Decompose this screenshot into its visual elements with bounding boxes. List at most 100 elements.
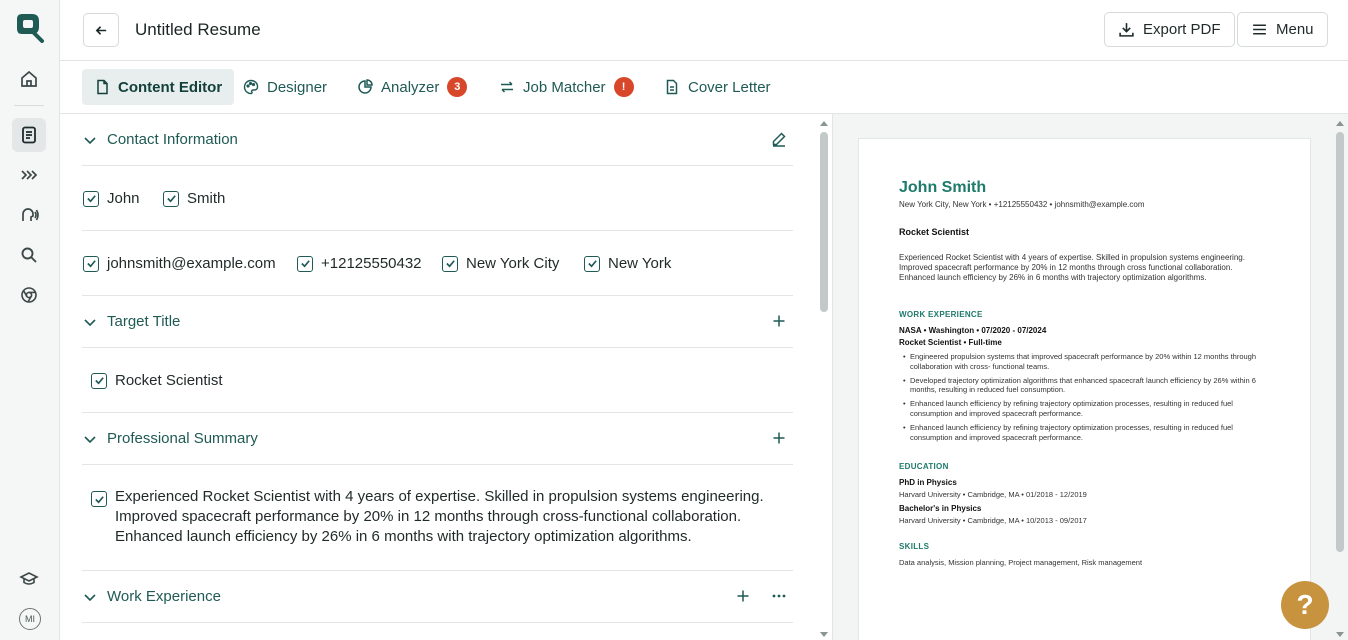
resume-bullet: Developed trajectory optimization algori…	[903, 376, 1273, 396]
checkbox-box[interactable]	[91, 372, 107, 389]
help-button[interactable]: ?	[1281, 581, 1329, 629]
resume-bullet: Engineered propulsion systems that impro…	[903, 352, 1273, 372]
checkbox-box[interactable]	[83, 190, 99, 207]
tab-job-matcher[interactable]: Job Matcher !	[487, 69, 646, 105]
export-pdf-button[interactable]: Export PDF	[1104, 12, 1235, 47]
scroll-up-arrow-icon[interactable]	[820, 120, 828, 126]
user-avatar[interactable]: MI	[19, 608, 41, 630]
summary-checkbox[interactable]	[91, 491, 107, 507]
chevron-down-icon[interactable]	[82, 589, 98, 605]
section-title: Target Title	[107, 313, 181, 330]
first-name-checkbox[interactable]: John	[83, 190, 140, 207]
chevron-down-icon[interactable]	[82, 314, 98, 330]
summary-row: Experienced Rocket Scientist with 4 year…	[82, 465, 793, 571]
tab-label: Cover Letter	[688, 78, 771, 96]
phone-value: +12125550432	[321, 255, 422, 272]
summary-text[interactable]: Experienced Rocket Scientist with 4 year…	[115, 487, 775, 547]
scroll-down-arrow-icon[interactable]	[820, 632, 828, 638]
resume-document-icon[interactable]	[12, 118, 46, 152]
email-checkbox[interactable]: johnsmith@example.com	[83, 255, 276, 272]
tab-label: Job Matcher	[523, 78, 606, 96]
first-name-value: John	[107, 190, 140, 207]
scroll-up-arrow-icon[interactable]	[1336, 120, 1344, 126]
state-checkbox[interactable]: New York	[584, 255, 671, 272]
resume-skills-heading: SKILLS	[899, 542, 930, 551]
plus-icon[interactable]	[735, 588, 751, 604]
check-icon	[94, 495, 104, 503]
resume-preview-panel: John Smith New York City, New York • +12…	[832, 114, 1348, 640]
arrows-swap-icon	[501, 81, 513, 93]
sidebar: MI	[0, 0, 60, 640]
resume-job-line: NASA • Washington • 07/2020 - 07/2024	[899, 326, 1047, 335]
editor-scrollbar[interactable]	[818, 114, 830, 640]
work-experience-section-header[interactable]: Work Experience	[82, 571, 793, 623]
city-value: New York City	[466, 255, 560, 272]
chevron-down-icon[interactable]	[82, 132, 98, 148]
tab-cover-letter[interactable]: Cover Letter	[652, 69, 783, 105]
resume-work-heading: WORK EXPERIENCE	[899, 310, 983, 319]
checkbox-box[interactable]	[442, 255, 458, 272]
preview-scrollbar[interactable]	[1334, 114, 1346, 640]
checkbox-box[interactable]	[297, 255, 313, 272]
triple-chevron-icon[interactable]	[12, 158, 46, 192]
resume-degree-detail: Harvard University • Cambridge, MA • 10/…	[899, 516, 1087, 525]
download-icon	[1119, 23, 1134, 37]
target-title-row: Rocket Scientist	[82, 348, 793, 413]
checkbox-box[interactable]	[83, 255, 99, 272]
more-horizontal-icon[interactable]	[771, 588, 787, 604]
scroll-down-arrow-icon[interactable]	[1336, 632, 1344, 638]
resume-contact-line: New York City, New York • +12125550432 •…	[899, 200, 1145, 209]
check-icon	[94, 377, 104, 385]
professional-summary-section-header[interactable]: Professional Summary	[82, 413, 793, 465]
checkbox-box[interactable]	[163, 190, 179, 207]
target-title-checkbox[interactable]: Rocket Scientist	[91, 372, 223, 389]
check-icon	[166, 195, 176, 203]
search-icon[interactable]	[12, 238, 46, 272]
back-button[interactable]	[83, 13, 119, 47]
preview-scroll-thumb[interactable]	[1336, 132, 1344, 552]
menu-label: Menu	[1276, 21, 1314, 38]
last-name-value: Smith	[187, 190, 226, 207]
resume-degree: PhD in Physics	[899, 478, 957, 487]
section-title: Professional Summary	[107, 430, 258, 447]
app-logo-icon[interactable]	[12, 10, 46, 44]
plus-icon[interactable]	[771, 313, 787, 329]
chevron-down-icon[interactable]	[82, 431, 98, 447]
pie-chart-icon	[358, 79, 373, 94]
editor-scroll-thumb[interactable]	[820, 132, 828, 312]
checkbox-box[interactable]	[584, 255, 600, 272]
tab-content-editor[interactable]: Content Editor	[82, 69, 235, 105]
section-title: Work Experience	[107, 588, 221, 605]
check-icon	[86, 260, 96, 268]
graduation-cap-icon[interactable]	[12, 562, 46, 596]
chrome-extension-icon[interactable]	[12, 278, 46, 312]
resume-summary: Experienced Rocket Scientist with 4 year…	[899, 253, 1245, 282]
plus-icon[interactable]	[771, 430, 787, 446]
interview-voice-icon[interactable]	[12, 198, 46, 232]
target-title-value: Rocket Scientist	[115, 372, 223, 389]
resume-page[interactable]: John Smith New York City, New York • +12…	[858, 138, 1311, 640]
check-icon	[445, 260, 455, 268]
contact-information-section-header[interactable]: Contact Information	[82, 114, 793, 166]
document-icon	[97, 79, 108, 95]
check-icon	[300, 260, 310, 268]
document-title[interactable]: Untitled Resume	[135, 20, 261, 40]
section-title: Contact Information	[107, 131, 238, 148]
target-title-section-header[interactable]: Target Title	[82, 296, 793, 348]
state-value: New York	[608, 255, 672, 272]
edit-pencil-icon[interactable]	[771, 131, 787, 147]
palette-icon	[243, 79, 259, 95]
job-matcher-alert-badge: !	[613, 77, 634, 97]
phone-checkbox[interactable]: +12125550432	[297, 255, 422, 272]
hamburger-icon	[1253, 24, 1266, 35]
home-icon[interactable]	[12, 62, 46, 96]
tab-label: Content Editor	[118, 78, 223, 96]
resume-skills: Data analysis, Mission planning, Project…	[899, 558, 1143, 567]
contact-name-row: John Smith	[82, 166, 793, 231]
menu-button[interactable]: Menu	[1237, 12, 1328, 47]
tab-designer[interactable]: Designer	[231, 69, 339, 105]
city-checkbox[interactable]: New York City	[442, 255, 559, 272]
last-name-checkbox[interactable]: Smith	[163, 190, 225, 207]
email-value: johnsmith@example.com	[107, 255, 276, 272]
tab-analyzer[interactable]: Analyzer 3	[345, 69, 479, 105]
